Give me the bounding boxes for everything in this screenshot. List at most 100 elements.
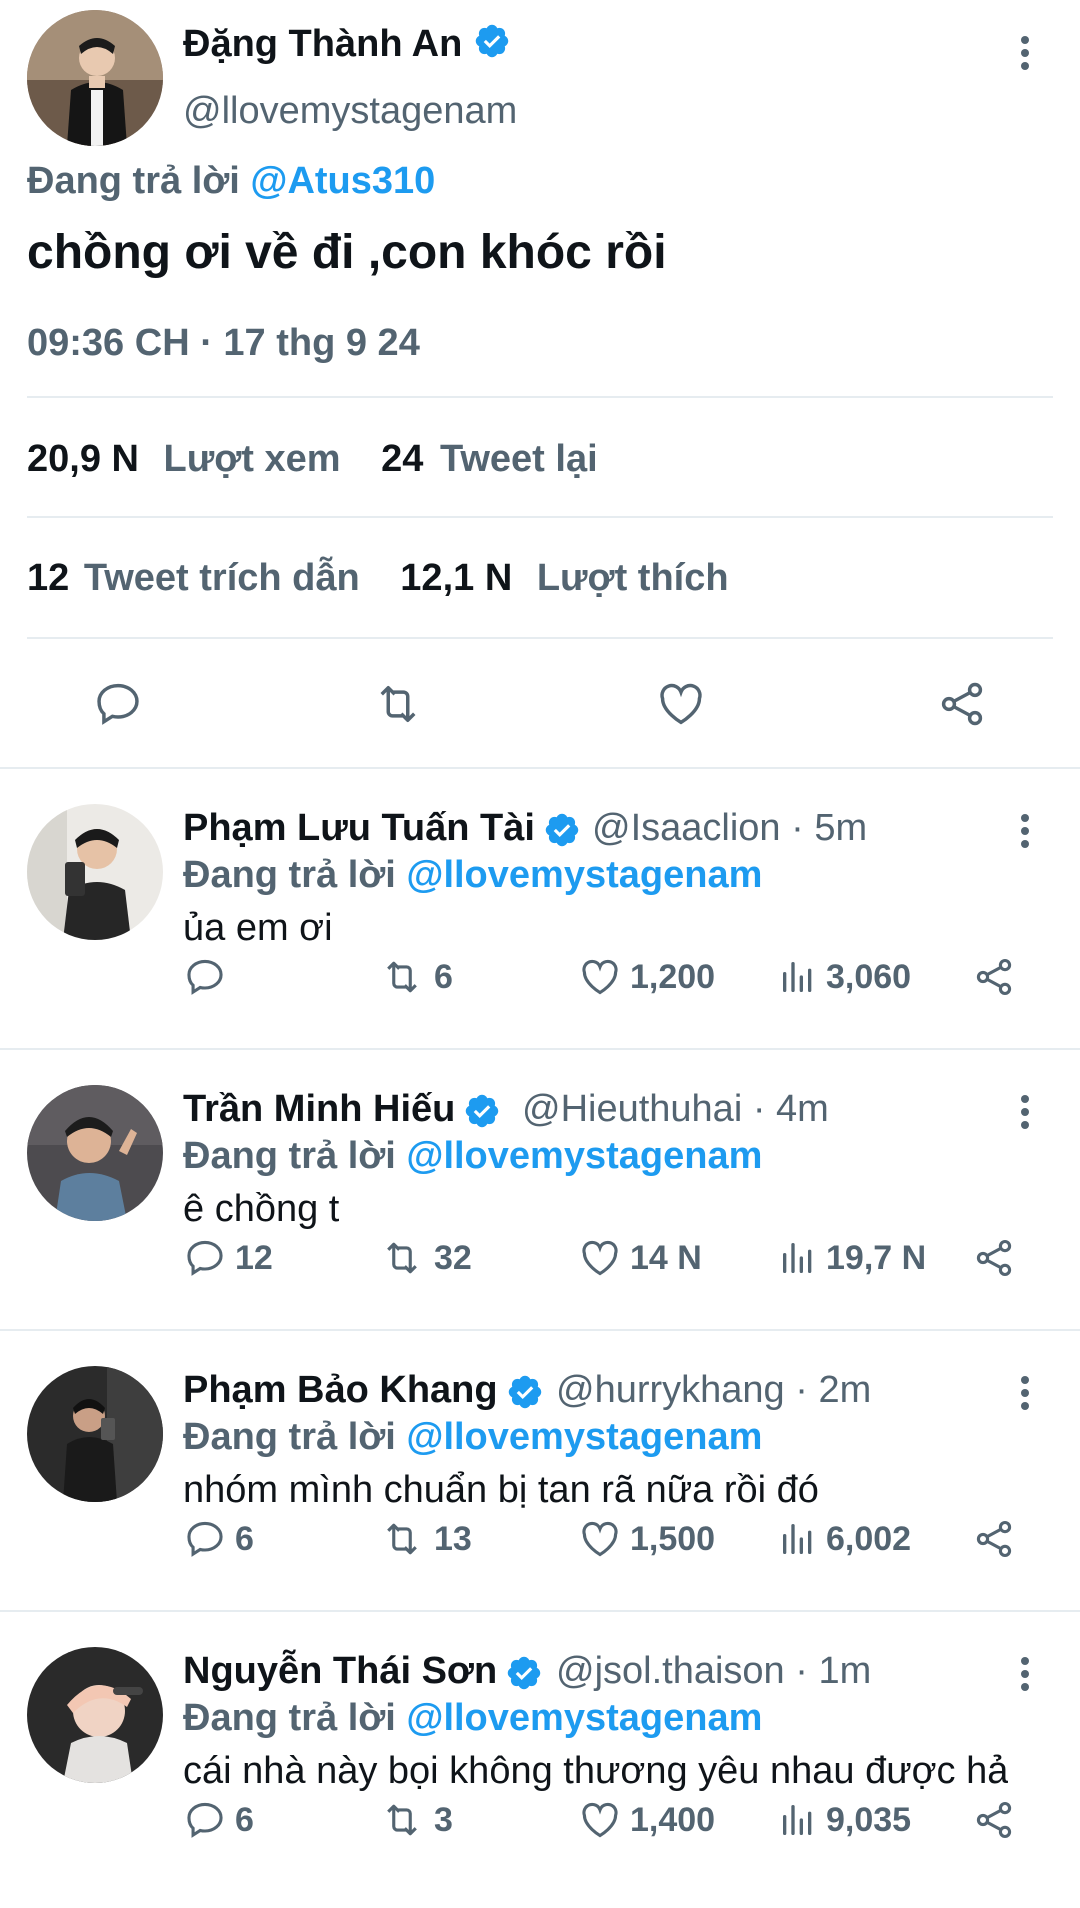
- like-button[interactable]: 1,500: [578, 1514, 715, 1564]
- retweet-button[interactable]: [370, 678, 426, 735]
- avatar[interactable]: [27, 804, 163, 940]
- views-button[interactable]: 3,060: [778, 952, 911, 1002]
- more-options-icon[interactable]: [1005, 1649, 1045, 1699]
- replying-to-line: Đang trả lời @llovemystagenam: [183, 854, 762, 897]
- reply-author-name[interactable]: Trần Minh Hiếu: [183, 1088, 455, 1130]
- retweet-button[interactable]: 3: [378, 1795, 453, 1845]
- views-icon: [783, 1243, 812, 1273]
- reply-handle-time: @hurrykhang · 2m: [556, 1369, 871, 1412]
- reply-handle[interactable]: @Isaaclion: [592, 807, 781, 849]
- likes-count: 12,1 N: [400, 557, 513, 599]
- verified-badge-icon: [506, 1373, 544, 1416]
- retweet-count: 3: [434, 1800, 453, 1839]
- reply-author-name[interactable]: Nguyễn Thái Sơn: [183, 1650, 497, 1692]
- reply-time[interactable]: · 4m: [753, 1088, 829, 1130]
- reply-header: Phạm Lưu Tuấn Tài: [183, 807, 581, 854]
- share-button[interactable]: [972, 1514, 1016, 1564]
- reply-time[interactable]: · 1m: [795, 1650, 871, 1692]
- author-handle[interactable]: @llovemystagenam: [183, 90, 517, 133]
- reply-time[interactable]: · 5m: [791, 807, 867, 849]
- reply-handle-time: @Hieuthuhai · 4m: [522, 1088, 829, 1131]
- share-button[interactable]: [972, 952, 1016, 1002]
- divider: [27, 637, 1053, 639]
- reply-author-name[interactable]: Phạm Lưu Tuấn Tài: [183, 807, 535, 849]
- avatar[interactable]: [27, 1085, 163, 1221]
- quotes-label[interactable]: Tweet trích dẫn: [84, 557, 360, 599]
- retweets-label[interactable]: Tweet lại: [440, 438, 598, 480]
- divider: [27, 516, 1053, 518]
- view-count: 6,002: [826, 1519, 912, 1558]
- reply-text: ủa em ơi: [183, 907, 333, 949]
- more-options-icon[interactable]: [1005, 1368, 1045, 1418]
- like-button[interactable]: [654, 678, 708, 735]
- reply-button[interactable]: [92, 678, 144, 735]
- reply-icon: [187, 1240, 223, 1276]
- reply-tweet[interactable]: Phạm Bảo Khang @hurrykhang · 2m Đang trả l…: [0, 1329, 1080, 1610]
- replying-to-line: Đang trả lời @llovemystagenam: [183, 1697, 762, 1740]
- author-name[interactable]: Đặng Thành An: [183, 23, 462, 65]
- replying-to-handle[interactable]: @Atus310: [250, 160, 435, 202]
- like-button[interactable]: 1,400: [578, 1795, 715, 1845]
- replying-label: Đang trả lời: [183, 1697, 396, 1739]
- reply-author-name[interactable]: Phạm Bảo Khang: [183, 1369, 498, 1411]
- retweets-count: 24: [381, 438, 424, 480]
- reply-handle[interactable]: @jsol.thaison: [556, 1650, 785, 1692]
- reply-handle[interactable]: @Hieuthuhai: [522, 1088, 742, 1130]
- reply-button[interactable]: [183, 952, 235, 1002]
- replying-to-handle[interactable]: @llovemystagenam: [406, 1416, 762, 1458]
- reply-handle[interactable]: @hurrykhang: [556, 1369, 785, 1411]
- replying-to-line: Đang trả lời @Atus310: [27, 160, 435, 203]
- views-label[interactable]: Lượt xem: [164, 438, 341, 480]
- reply-button[interactable]: 12: [183, 1233, 273, 1283]
- like-icon: [660, 683, 702, 725]
- replying-label: Đang trả lời: [183, 1416, 396, 1458]
- stats-row-2: 12 Tweet trích dẫn 12,1 N Lượt thích: [27, 557, 729, 600]
- more-options-icon[interactable]: [1005, 1087, 1045, 1137]
- avatar[interactable]: [27, 10, 163, 146]
- reply-tweet[interactable]: Trần Minh Hiếu @Hieuthuhai · 4m Đang trả l…: [0, 1048, 1080, 1329]
- reply-count: 6: [235, 1519, 254, 1558]
- reply-text: ê chồng t: [183, 1188, 340, 1230]
- views-count: 20,9 N: [27, 438, 139, 480]
- view-count: 3,060: [826, 957, 912, 996]
- retweet-button[interactable]: 32: [378, 1233, 472, 1283]
- share-icon: [976, 1801, 1012, 1839]
- replying-to-handle[interactable]: @llovemystagenam: [406, 1697, 762, 1739]
- share-button[interactable]: [972, 1795, 1016, 1845]
- replying-to-line: Đang trả lời @llovemystagenam: [183, 1416, 762, 1459]
- retweet-button[interactable]: 13: [378, 1514, 472, 1564]
- reply-button[interactable]: 6: [183, 1795, 254, 1845]
- views-button[interactable]: 9,035: [778, 1795, 911, 1845]
- views-icon: [783, 1524, 812, 1554]
- views-button[interactable]: 6,002: [778, 1514, 911, 1564]
- share-icon: [976, 958, 1012, 996]
- reply-tweet[interactable]: Phạm Lưu Tuấn Tài @Isaaclion · 5m Đang trả…: [0, 767, 1080, 1048]
- like-button[interactable]: 1,200: [578, 952, 715, 1002]
- reply-time[interactable]: · 2m: [795, 1369, 871, 1411]
- retweet-button[interactable]: 6: [378, 952, 453, 1002]
- verified-badge-icon: [463, 1092, 501, 1135]
- more-options-icon[interactable]: [1005, 28, 1045, 78]
- avatar[interactable]: [27, 1647, 163, 1783]
- like-count: 14 N: [630, 1238, 702, 1277]
- like-icon: [582, 1802, 618, 1838]
- share-button[interactable]: [935, 678, 989, 735]
- reply-count: 12: [235, 1238, 273, 1277]
- replying-to-handle[interactable]: @llovemystagenam: [406, 854, 762, 896]
- divider: [27, 396, 1053, 398]
- avatar[interactable]: [27, 1366, 163, 1502]
- tweet-timestamp[interactable]: 09:36 CH · 17 thg 9 24: [27, 322, 420, 365]
- retweet-icon: [387, 961, 417, 993]
- likes-label[interactable]: Lượt thích: [537, 557, 729, 599]
- replying-to-handle[interactable]: @llovemystagenam: [406, 1135, 762, 1177]
- reply-button[interactable]: 6: [183, 1514, 254, 1564]
- more-options-icon[interactable]: [1005, 806, 1045, 856]
- share-icon: [976, 1520, 1012, 1558]
- views-button[interactable]: 19,7 N: [778, 1233, 926, 1283]
- share-button[interactable]: [972, 1233, 1016, 1283]
- like-count: 1,400: [630, 1800, 716, 1839]
- retweet-icon: [387, 1523, 417, 1555]
- reply-tweet[interactable]: Nguyễn Thái Sơn @jsol.thaison · 1m Đang tr…: [0, 1610, 1080, 1891]
- like-button[interactable]: 14 N: [578, 1233, 702, 1283]
- replying-label: Đang trả lời: [183, 854, 396, 896]
